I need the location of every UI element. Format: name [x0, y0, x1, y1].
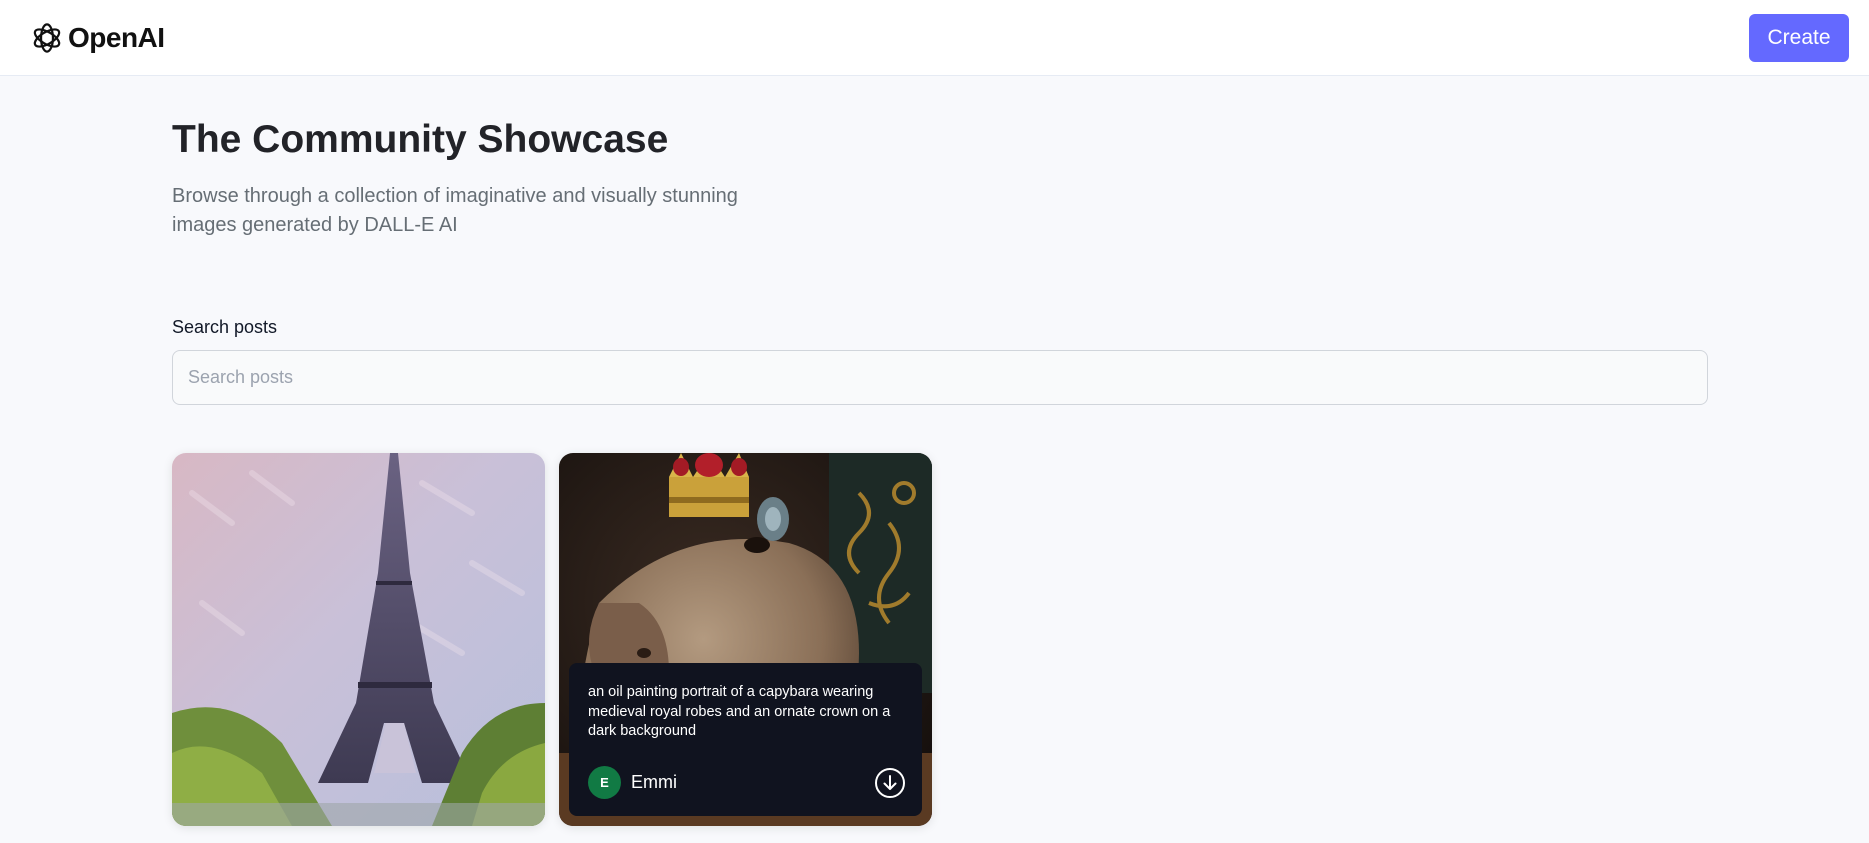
post-details-overlay: an oil painting portrait of a capybara w… [569, 663, 922, 816]
post-card[interactable]: an oil painting portrait of a capybara w… [559, 453, 932, 826]
post-prompt: an oil painting portrait of a capybara w… [588, 684, 891, 739]
search-input[interactable] [172, 350, 1708, 405]
download-icon [875, 767, 905, 798]
post-author-row: E Emmi [588, 766, 906, 799]
create-button[interactable]: Create [1749, 13, 1849, 62]
author-name: Emmi [631, 772, 677, 792]
top-bar: OpenAI Create [0, 0, 1869, 76]
page-title: The Community Showcase [172, 118, 669, 161]
openai-logo-icon [33, 22, 61, 53]
avatar: E [588, 766, 621, 799]
post-image [172, 453, 545, 826]
logo-text: OpenAI [68, 21, 165, 53]
search-label: Search posts [172, 317, 278, 337]
post-card[interactable] [172, 453, 545, 826]
post-author: E Emmi [588, 766, 677, 799]
openai-logo[interactable]: OpenAI [30, 21, 165, 55]
download-button[interactable] [874, 767, 906, 799]
page-subtitle: Browse through a collection of imaginati… [172, 185, 738, 236]
